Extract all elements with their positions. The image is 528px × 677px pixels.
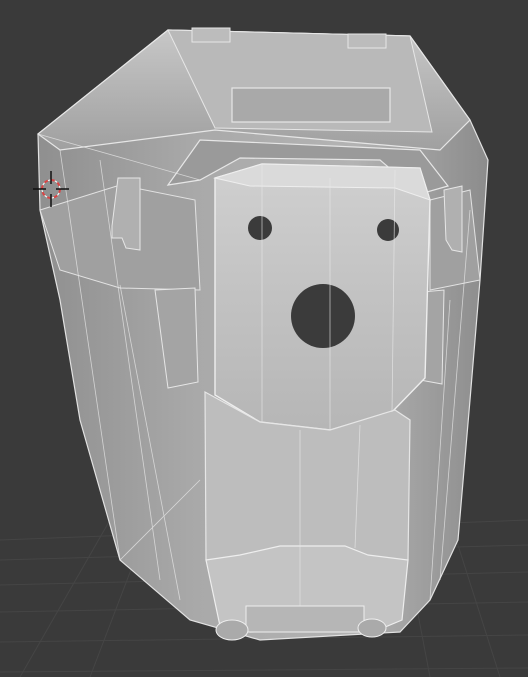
model-eye-right <box>377 219 399 241</box>
model-top-slot <box>231 87 391 123</box>
model-mouth <box>291 284 355 348</box>
model-top-tab-left <box>191 27 231 43</box>
model-eye-left <box>248 216 272 240</box>
model-top-tab-right <box>347 33 387 49</box>
mesh-model[interactable] <box>37 27 489 641</box>
model-bottom-plate <box>245 605 365 633</box>
3d-viewport[interactable] <box>0 0 528 677</box>
model-right-clip <box>443 185 463 253</box>
model-foot-right <box>357 618 387 638</box>
viewport-canvas[interactable] <box>0 0 528 677</box>
model-foot-left <box>215 619 249 641</box>
